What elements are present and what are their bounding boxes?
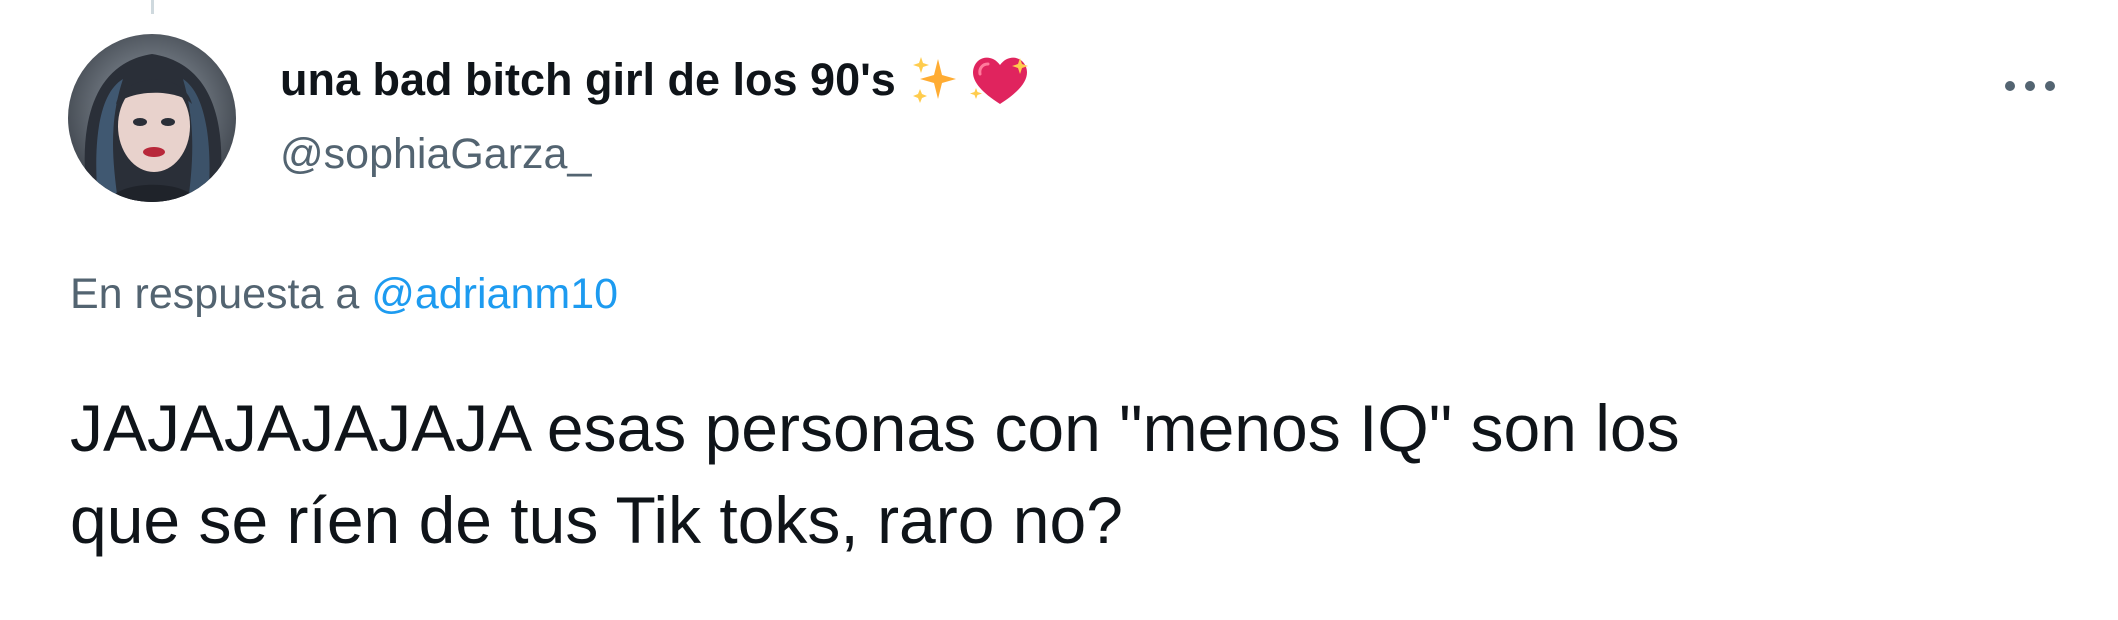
sparkles-icon — [910, 55, 960, 105]
more-options-button[interactable] — [1994, 66, 2066, 106]
avatar[interactable] — [68, 34, 236, 202]
tweet-text: JAJAJAJAJAJA esas personas con "menos IQ… — [70, 391, 1680, 557]
tweet-header: una bad bitch girl de los 90's @sophiaGa… — [280, 52, 1998, 179]
more-horizontal-icon — [2005, 81, 2055, 91]
display-name[interactable]: una bad bitch girl de los 90's — [280, 54, 896, 106]
reply-mention-link[interactable]: @adrianm10 — [371, 270, 618, 318]
avatar-image — [68, 34, 236, 202]
reply-context: En respuesta a @adrianm10 — [70, 270, 618, 319]
heart-with-sparkles-icon — [968, 52, 1032, 108]
author-handle[interactable]: @sophiaGarza_ — [280, 130, 1998, 179]
name-row: una bad bitch girl de los 90's — [280, 52, 1998, 108]
thread-connector-line — [151, 0, 154, 14]
reply-prefix: En respuesta a — [70, 270, 360, 318]
